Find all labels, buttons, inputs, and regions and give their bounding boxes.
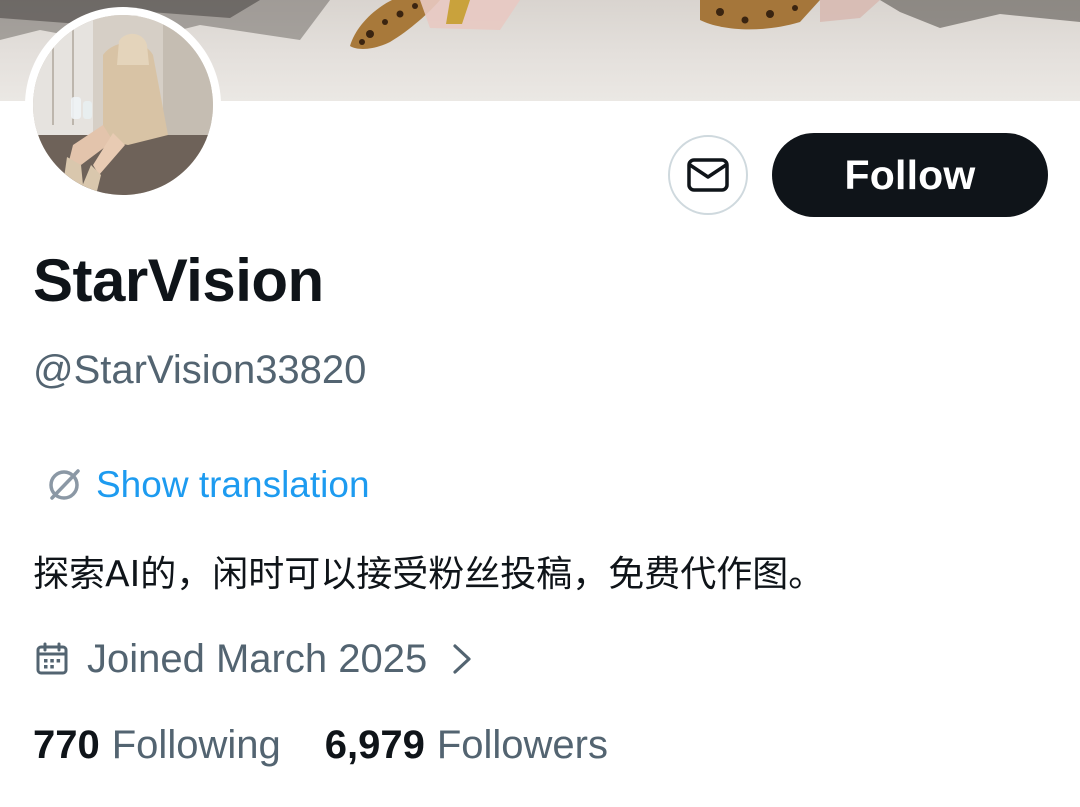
followers-link[interactable]: 6,979 Followers <box>325 723 608 768</box>
translate-icon <box>49 469 80 500</box>
display-name: StarVision <box>33 247 324 314</box>
following-link[interactable]: 770 Following <box>33 723 281 768</box>
mail-icon <box>687 158 729 192</box>
followers-count: 6,979 <box>324 722 425 767</box>
following-label: Following <box>111 722 281 767</box>
followers-label: Followers <box>436 722 608 767</box>
joined-label: Joined March 2025 <box>87 636 428 681</box>
profile-page: Follow StarVision @StarVision33820 Show … <box>0 0 1080 807</box>
follow-stats: 770 Following 6,979 Followers <box>33 718 608 772</box>
follow-button[interactable]: Follow <box>772 133 1048 217</box>
calendar-icon <box>36 642 68 675</box>
avatar-image <box>33 15 213 195</box>
username-handle: @StarVision33820 <box>33 348 367 392</box>
profile-bio: 探索AI的，闲时可以接受粉丝投稿，免费代作图。 <box>33 554 825 595</box>
avatar[interactable] <box>25 7 221 203</box>
chevron-right-icon[interactable] <box>449 642 477 676</box>
joined-date[interactable]: Joined March 2025 <box>35 634 477 684</box>
show-translation-label[interactable]: Show translation <box>96 464 370 506</box>
show-translation-link[interactable]: Show translation <box>44 462 370 508</box>
message-button[interactable] <box>668 135 748 215</box>
following-count: 770 <box>33 722 100 767</box>
